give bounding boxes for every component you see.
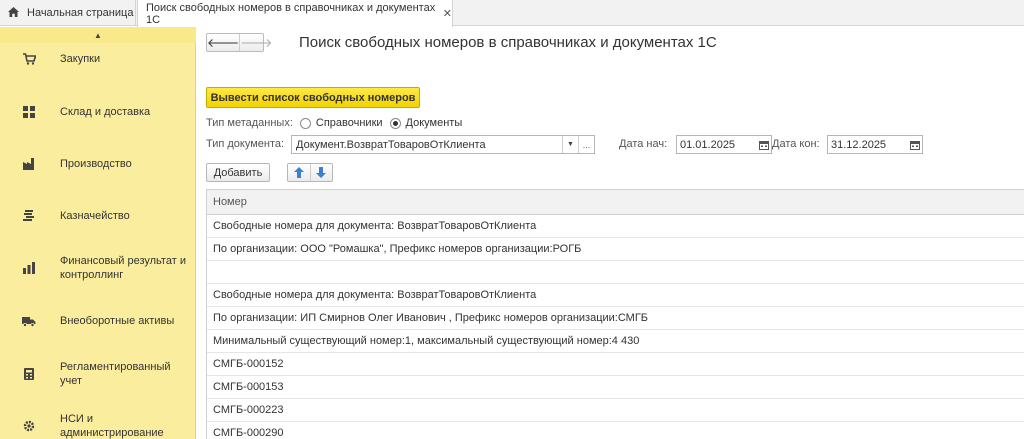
calendar-icon[interactable] (756, 136, 771, 153)
radio-catalogs[interactable]: Справочники (299, 117, 383, 129)
table-row[interactable]: Свободные номера для документа: ВозвратТ… (207, 215, 1024, 238)
table-row[interactable]: Минимальный существующий номер:1, максим… (207, 330, 1024, 353)
coins-icon (22, 209, 36, 223)
metadata-type-row: Тип метаданных: Справочники Документы (206, 115, 462, 131)
date-start-field[interactable]: 01.01.2025 (676, 135, 772, 154)
date-end-label: Дата кон: (772, 138, 820, 150)
sidebar-item-label: Казначейство (60, 210, 130, 222)
date-start-value[interactable]: 01.01.2025 (677, 139, 756, 151)
radio-documents[interactable]: Документы (389, 117, 463, 129)
table-row[interactable]: СМГБ-000290 (207, 422, 1024, 439)
doc-type-field[interactable]: Документ.ВозвратТоваровОтКлиента ▼ ... (291, 135, 595, 154)
warehouse-icon (22, 105, 36, 119)
tab-home[interactable]: Начальная страница (0, 0, 136, 26)
radio-label: Справочники (315, 117, 383, 129)
navigation-buttons: 🡐 🡒 (206, 33, 272, 52)
home-icon (8, 6, 19, 20)
move-up-arrow-icon[interactable] (288, 164, 310, 181)
sidebar-item-fixed-assets[interactable]: Внеоборотные активы (0, 311, 196, 331)
tab-bar: Начальная страница Поиск свободных номер… (0, 0, 1024, 27)
sidebar-item-treasury[interactable]: Казначейство (0, 206, 196, 226)
doc-type-value[interactable]: Документ.ВозвратТоваровОтКлиента (292, 139, 562, 151)
tab-active-label: Поиск свободных номеров в справочниках и… (146, 1, 436, 26)
calendar-icon[interactable] (907, 136, 922, 153)
dropdown-arrow-icon[interactable]: ▼ (562, 136, 578, 153)
cart-icon (22, 52, 36, 66)
date-end-value[interactable]: 31.12.2025 (828, 139, 907, 151)
sidebar-item-label: Финансовый результат и контроллинг (60, 255, 186, 281)
add-button[interactable]: Добавить (206, 163, 270, 182)
move-down-arrow-icon[interactable] (309, 164, 333, 181)
list-free-numbers-button[interactable]: Вывести список свободных номеров (206, 87, 420, 108)
gear-icon (22, 419, 36, 433)
chart-icon (22, 261, 36, 275)
sidebar-item-regulated-accounting[interactable]: Регламентированный учет (0, 361, 196, 387)
back-arrow-icon[interactable]: 🡐 (207, 34, 239, 51)
page-title: Поиск свободных номеров в справочниках и… (299, 34, 717, 51)
metadata-type-label: Тип метаданных: (206, 117, 293, 129)
radio-label: Документы (405, 117, 463, 129)
table-row[interactable] (207, 261, 1024, 284)
table-row[interactable]: По организации: ООО "Ромашка", Префикс н… (207, 238, 1024, 261)
sidebar-item-production[interactable]: Производство (0, 154, 196, 174)
move-buttons (287, 163, 333, 182)
tab-search-free-numbers[interactable]: Поиск свободных номеров в справочниках и… (137, 0, 453, 27)
tab-home-label: Начальная страница (27, 7, 134, 19)
table-row[interactable]: СМГБ-000152 (207, 353, 1024, 376)
sidebar-item-label: Склад и доставка (60, 106, 151, 118)
column-header-number[interactable]: Номер (207, 190, 1024, 215)
table-row[interactable]: СМГБ-000223 (207, 399, 1024, 422)
sidebar-item-label: Производство (60, 158, 132, 170)
factory-icon (22, 157, 36, 171)
sidebar-item-admin[interactable]: НСИ и администрирование (0, 411, 196, 439)
main-content: 🡐 🡒 Поиск свободных номеров в справочник… (197, 27, 1024, 439)
close-icon[interactable]: ✕ (443, 7, 452, 20)
select-ellipsis-button[interactable]: ... (578, 136, 594, 153)
date-start-label: Дата нач: (619, 138, 668, 150)
sidebar-item-purchases[interactable]: Закупки (0, 49, 196, 69)
doc-type-label: Тип документа: (206, 138, 285, 150)
results-table: Номер Свободные номера для документа: Во… (206, 189, 1024, 439)
calculator-icon (22, 367, 36, 381)
sidebar-item-label: Закупки (60, 53, 101, 65)
sidebar: ▲ Закупки Склад и доставка Производство … (0, 27, 196, 439)
sidebar-item-warehouse[interactable]: Склад и доставка (0, 102, 196, 122)
sidebar-item-label: Внеоборотные активы (60, 315, 175, 327)
scroll-up-arrow-icon[interactable]: ▲ (0, 27, 196, 43)
table-row[interactable]: Свободные номера для документа: ВозвратТ… (207, 284, 1024, 307)
radio-button[interactable] (299, 117, 311, 129)
radio-button-selected[interactable] (389, 117, 401, 129)
truck-icon (22, 314, 36, 328)
date-end-field[interactable]: 31.12.2025 (827, 135, 923, 154)
sidebar-item-financial-result[interactable]: Финансовый результат и контроллинг (0, 253, 196, 283)
sidebar-item-label: Регламентированный учет (60, 361, 171, 387)
table-row[interactable]: СМГБ-000153 (207, 376, 1024, 399)
forward-arrow-icon[interactable]: 🡒 (239, 34, 272, 51)
document-filter-row: Тип документа: Документ.ВозвратТоваровОт… (206, 135, 1016, 155)
sidebar-item-label: НСИ и администрирование (60, 413, 164, 439)
table-row[interactable]: По организации: ИП Смирнов Олег Иванович… (207, 307, 1024, 330)
